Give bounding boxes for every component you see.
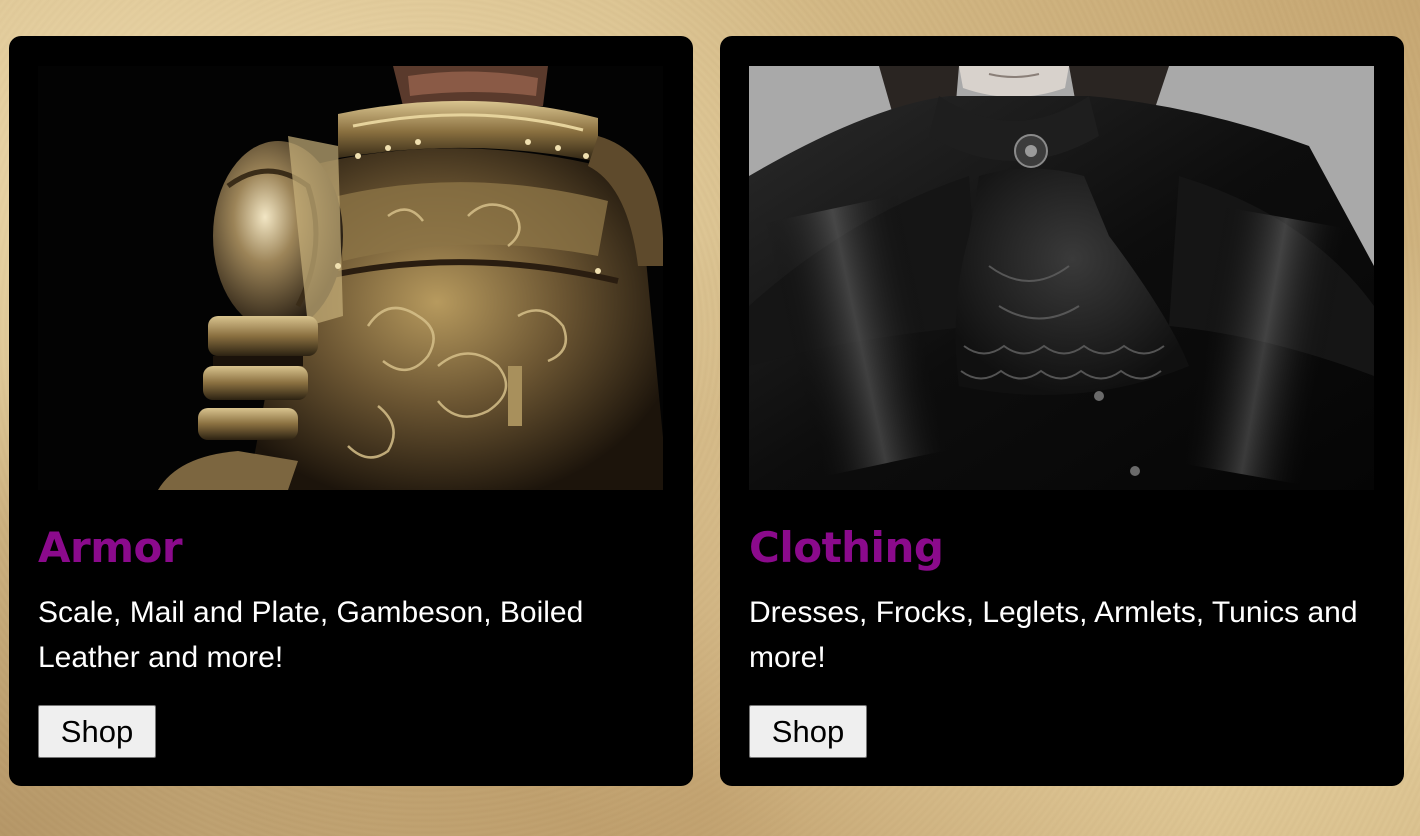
card-description: Scale, Mail and Plate, Gambeson, Boiled … (38, 596, 584, 674)
shop-clothing-button[interactable]: Shop (749, 705, 867, 758)
card-title: Armor (38, 523, 183, 572)
card-title: Clothing (749, 523, 944, 572)
clothing-image (749, 66, 1374, 490)
category-card-armor: Armor Scale, Mail and Plate, Gambeson, B… (9, 36, 693, 786)
armor-image (38, 66, 663, 490)
card-description: Dresses, Frocks, Leglets, Armlets, Tunic… (749, 596, 1358, 674)
shop-armor-button[interactable]: Shop (38, 705, 156, 758)
category-card-clothing: Clothing Dresses, Frocks, Leglets, Armle… (720, 36, 1404, 786)
